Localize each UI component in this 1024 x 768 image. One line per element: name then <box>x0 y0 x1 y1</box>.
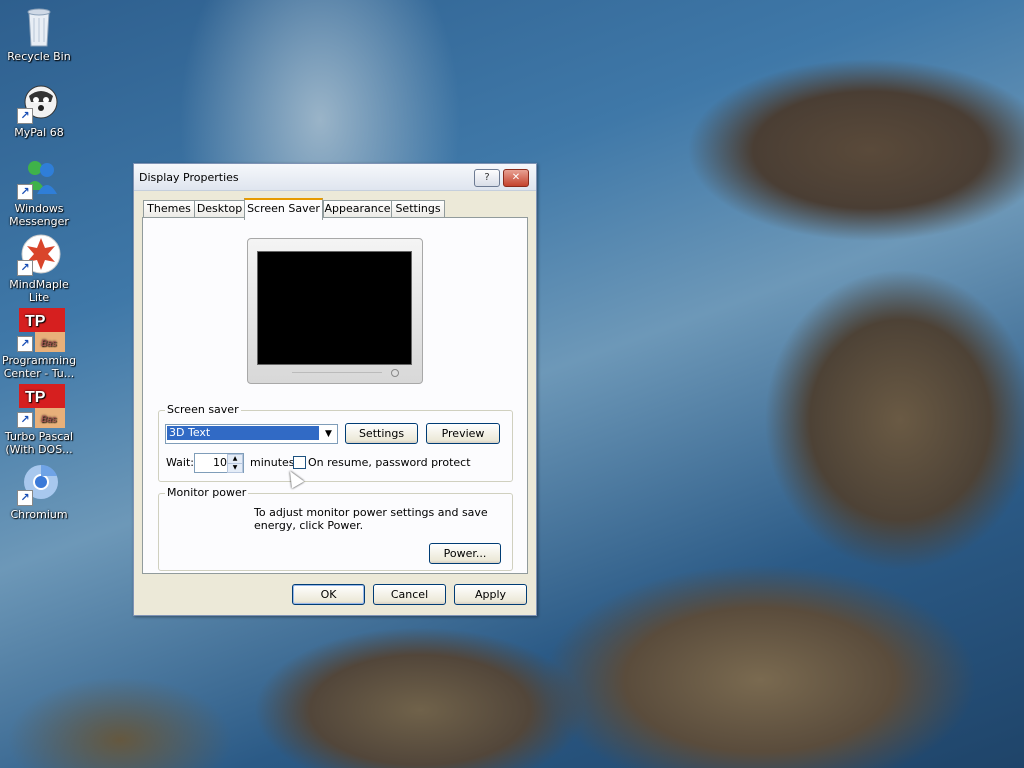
screen-saver-group: Screen saver 3D Text ▼ Settings Preview … <box>158 403 513 482</box>
desktop-icon-label: Recycle Bin <box>7 50 71 63</box>
svg-text:Bas: Bas <box>41 338 57 348</box>
desktop-icon-label: Chromium <box>10 508 68 521</box>
monitor-stand-slot <box>292 372 382 376</box>
minutes-label: minutes <box>250 456 295 469</box>
tab-settings[interactable]: Settings <box>391 200 445 217</box>
tab-appearance[interactable]: Appearance <box>323 200 392 217</box>
help-button[interactable]: ? <box>474 169 500 187</box>
shortcut-arrow-icon: ↗ <box>17 108 33 124</box>
desktop-icon-programming-center[interactable]: TP Bas ↗ Programming Center - Tu... <box>2 308 76 382</box>
apply-button[interactable]: Apply <box>454 584 527 605</box>
monitor-power-description: To adjust monitor power settings and sav… <box>254 506 488 532</box>
chevron-down-icon[interactable]: ▼ <box>320 425 337 443</box>
window-title: Display Properties <box>139 171 239 184</box>
desktop-icon-mindmaple[interactable]: ↗ MindMaple Lite <box>2 232 76 306</box>
messenger-icon: ↗ <box>17 156 61 200</box>
shortcut-arrow-icon: ↗ <box>17 184 33 200</box>
screen-saver-select[interactable]: 3D Text ▼ <box>165 424 338 444</box>
desktop-icon-label: Turbo Pascal (With DOS... <box>4 430 74 456</box>
preview-button[interactable]: Preview <box>426 423 500 444</box>
settings-button[interactable]: Settings <box>345 423 418 444</box>
close-button[interactable]: ✕ <box>503 169 529 187</box>
tp-icon: TP Bas ↗ <box>17 384 65 428</box>
monitor-preview <box>247 238 423 384</box>
desktop-icon-windows-messenger[interactable]: ↗ Windows Messenger <box>2 156 76 230</box>
desktop-icon-recycle-bin[interactable]: Recycle Bin <box>2 4 76 78</box>
svg-text:TP: TP <box>25 389 46 406</box>
desktop-icon-turbo-pascal[interactable]: TP Bas ↗ Turbo Pascal (With DOS... <box>2 384 76 458</box>
desktop-icon-label: Programming Center - Tu... <box>2 354 76 380</box>
desktop-icon-label: MindMaple Lite <box>9 278 69 304</box>
tab-desktop[interactable]: Desktop <box>194 200 245 217</box>
svg-text:TP: TP <box>25 313 46 330</box>
screen-saver-group-label: Screen saver <box>165 403 241 416</box>
display-properties-window: Display Properties ? ✕ Themes Desktop Sc… <box>133 163 537 616</box>
tp-icon: TP Bas ↗ <box>17 308 65 352</box>
wait-minutes-stepper[interactable]: 10 ▲ ▼ <box>194 453 244 473</box>
preview-screen <box>257 251 412 365</box>
shortcut-arrow-icon: ↗ <box>17 260 33 276</box>
desktop-icon-chromium[interactable]: ↗ Chromium <box>2 462 76 536</box>
mypal-icon: ↗ <box>17 80 61 124</box>
tab-themes[interactable]: Themes <box>143 200 195 217</box>
tab-screen-saver[interactable]: Screen Saver <box>244 198 323 220</box>
shortcut-arrow-icon: ↗ <box>17 490 33 506</box>
monitor-power-group-label: Monitor power <box>165 486 249 499</box>
chromium-icon: ↗ <box>17 462 61 506</box>
mindmaple-icon: ↗ <box>17 232 61 276</box>
shortcut-arrow-icon: ↗ <box>17 412 33 428</box>
spin-down-icon[interactable]: ▼ <box>227 463 243 473</box>
screen-saver-panel: Screen saver 3D Text ▼ Settings Preview … <box>142 217 528 574</box>
power-button[interactable]: Power... <box>429 543 501 564</box>
power-led-icon <box>391 369 399 377</box>
screen-saver-selected: 3D Text <box>167 426 319 440</box>
wait-label: Wait: <box>166 456 194 469</box>
monitor-power-group: Monitor power To adjust monitor power se… <box>158 486 513 571</box>
desktop-icon-mypal[interactable]: ↗ MyPal 68 <box>2 80 76 154</box>
desktop-icon-label: Windows Messenger <box>9 202 69 228</box>
ok-button[interactable]: OK <box>292 584 365 605</box>
desktop-icon-label: MyPal 68 <box>14 126 64 139</box>
title-bar[interactable]: Display Properties ? ✕ <box>134 164 536 191</box>
shortcut-arrow-icon: ↗ <box>17 336 33 352</box>
svg-text:Bas: Bas <box>41 414 57 424</box>
password-protect-label[interactable]: On resume, password protect <box>308 456 471 469</box>
recycle-bin-icon <box>17 4 61 48</box>
cancel-button[interactable]: Cancel <box>373 584 446 605</box>
wait-minutes-value: 10 <box>213 456 227 469</box>
